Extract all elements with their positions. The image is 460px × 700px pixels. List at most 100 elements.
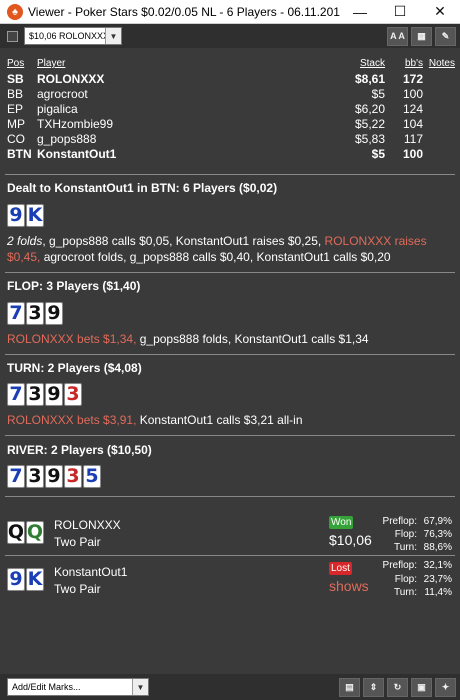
action-text: agrocroot folds, g_pops888 calls $0,40, …: [40, 250, 391, 264]
stepper-button[interactable]: ⇕: [363, 677, 384, 697]
stat-label: Flop:: [394, 574, 417, 585]
player-name: TXHzombie99: [37, 116, 114, 131]
won-amount: $10,06: [329, 532, 372, 548]
playing-card: Q: [7, 521, 25, 544]
player-bb: 124: [402, 101, 423, 116]
stat-value: 88,6%: [423, 542, 452, 553]
header-pos[interactable]: Pos: [7, 58, 37, 69]
divider: [5, 354, 455, 355]
showdown-hand: Two Pair: [54, 582, 101, 596]
showdown-hand: Two Pair: [54, 535, 101, 549]
playing-card: 9: [45, 302, 63, 325]
player-stack: $8,61: [354, 71, 385, 86]
player-bb: 172: [402, 71, 423, 86]
action-text: g_pops888 folds, KonstantOut1 calls $1,3…: [136, 332, 369, 346]
stat-value: 32,1%: [423, 560, 452, 571]
player-row[interactable]: CO g_pops888 $5,83 117: [7, 131, 455, 146]
playing-card: 9: [7, 568, 25, 591]
showdown-player-name: KonstantOut1: [54, 565, 128, 579]
turn-action: ROLONXXX bets $3,91, KonstantOut1 calls …: [7, 412, 453, 428]
player-name: agrocroot: [37, 86, 88, 101]
header-bb[interactable]: bb's: [385, 58, 423, 69]
player-position: BTN: [7, 146, 32, 161]
player-name: pigalica: [37, 101, 78, 116]
playing-card: 7: [7, 302, 25, 325]
playing-card: 3: [26, 302, 44, 325]
shows-label: shows: [329, 578, 369, 594]
player-row[interactable]: MP TXHzombie99 $5,22 104: [7, 116, 455, 131]
calculator-button[interactable]: ▤: [339, 677, 360, 697]
player-position: EP: [7, 101, 24, 116]
header-notes[interactable]: Notes: [423, 58, 455, 69]
player-stack: $5,83: [354, 131, 385, 146]
stat-value: 67,9%: [423, 516, 452, 527]
player-row[interactable]: SB ROLONXXX $8,61 172: [7, 71, 455, 86]
chevron-down-icon[interactable]: ▼: [105, 28, 121, 44]
flop-cards: 739: [7, 302, 63, 325]
edit-button[interactable]: ✎: [435, 26, 456, 46]
player-select-value: $10,06 ROLONXXX: [29, 31, 110, 41]
player-position: MP: [7, 116, 25, 131]
player-name: ROLONXXX: [37, 71, 105, 86]
twitter-button[interactable]: ✦: [435, 677, 456, 697]
action-text: 2 folds: [7, 234, 43, 248]
hand-checkbox[interactable]: [7, 30, 18, 42]
player-row[interactable]: BTN KonstantOut1 $5 100: [7, 146, 455, 161]
stat-label: Flop:: [394, 529, 417, 540]
playing-card: 5: [83, 465, 101, 488]
chevron-down-icon[interactable]: ▼: [132, 679, 148, 695]
save-button[interactable]: ▣: [411, 677, 432, 697]
action-text: , g_pops888 calls $0,05, KonstantOut1 ra…: [42, 234, 325, 248]
stat-label: Turn:: [394, 587, 417, 598]
stat-value: 23,7%: [423, 574, 452, 585]
player-select[interactable]: $10,06 ROLONXXX ▼: [24, 27, 122, 45]
header-player[interactable]: Player: [37, 58, 327, 69]
action-text: ROLONXXX bets $1,34,: [7, 332, 137, 346]
grid-button[interactable]: ▦: [411, 26, 432, 46]
playing-card: 3: [26, 383, 44, 406]
player-stack: $5: [371, 146, 385, 161]
divider: [5, 555, 455, 556]
stat-value: 11,4%: [424, 587, 452, 598]
marks-select-value: Add/Edit Marks...: [12, 682, 81, 692]
player-stack: $6,20: [354, 101, 385, 116]
player-stack: $5: [371, 86, 385, 101]
showdown-cards-2: 9K: [7, 568, 44, 591]
divider: [5, 174, 455, 175]
maximize-icon[interactable]: ☐: [380, 0, 420, 24]
playing-card: 9: [7, 204, 25, 227]
divider: [5, 435, 455, 436]
player-bb: 117: [403, 131, 423, 146]
preflop-action: 2 folds, g_pops888 calls $0,05, Konstant…: [7, 233, 453, 265]
header-stack[interactable]: Stack: [327, 58, 385, 69]
playing-card: 7: [7, 465, 25, 488]
river-title: RIVER: 2 Players ($10,50): [7, 443, 152, 457]
toolbar: $10,06 ROLONXXX ▼ A A ▦ ✎: [0, 24, 460, 48]
river-cards: 73935: [7, 465, 101, 488]
playing-card: 3: [26, 465, 44, 488]
lost-badge: Lost: [329, 562, 352, 575]
player-name: KonstantOut1: [37, 146, 117, 161]
flop-action: ROLONXXX bets $1,34, g_pops888 folds, Ko…: [7, 331, 453, 347]
playing-card: 9: [45, 465, 63, 488]
close-icon[interactable]: ✕: [420, 0, 460, 24]
playing-card: 7: [7, 383, 25, 406]
player-row[interactable]: BB agrocroot $5 100: [7, 86, 455, 101]
playing-card: K: [26, 568, 44, 591]
marks-select[interactable]: Add/Edit Marks... ▼: [7, 678, 149, 696]
preflop-title: Dealt to KonstantOut1 in BTN: 6 Players …: [7, 181, 278, 195]
playing-card: Q: [26, 521, 44, 544]
replay-button[interactable]: ↻: [387, 677, 408, 697]
title-bar: ♠ Viewer - Poker Stars $0.02/0.05 NL - 6…: [0, 0, 460, 24]
hole-cards: 9K: [7, 204, 44, 227]
player-bb: 104: [402, 116, 423, 131]
player-name: g_pops888: [37, 131, 97, 146]
playing-card: 3: [64, 465, 82, 488]
bottom-bar: Add/Edit Marks... ▼ ▤ ⇕ ↻ ▣ ✦: [0, 674, 460, 700]
stat-label: Preflop:: [382, 516, 417, 527]
minimize-icon[interactable]: —: [340, 0, 380, 24]
stat-label: Preflop:: [382, 560, 417, 571]
player-row[interactable]: EP pigalica $6,20 124: [7, 101, 455, 116]
text-size-button[interactable]: A A: [387, 26, 408, 46]
action-text: KonstantOut1 calls $3,21 all-in: [136, 413, 303, 427]
